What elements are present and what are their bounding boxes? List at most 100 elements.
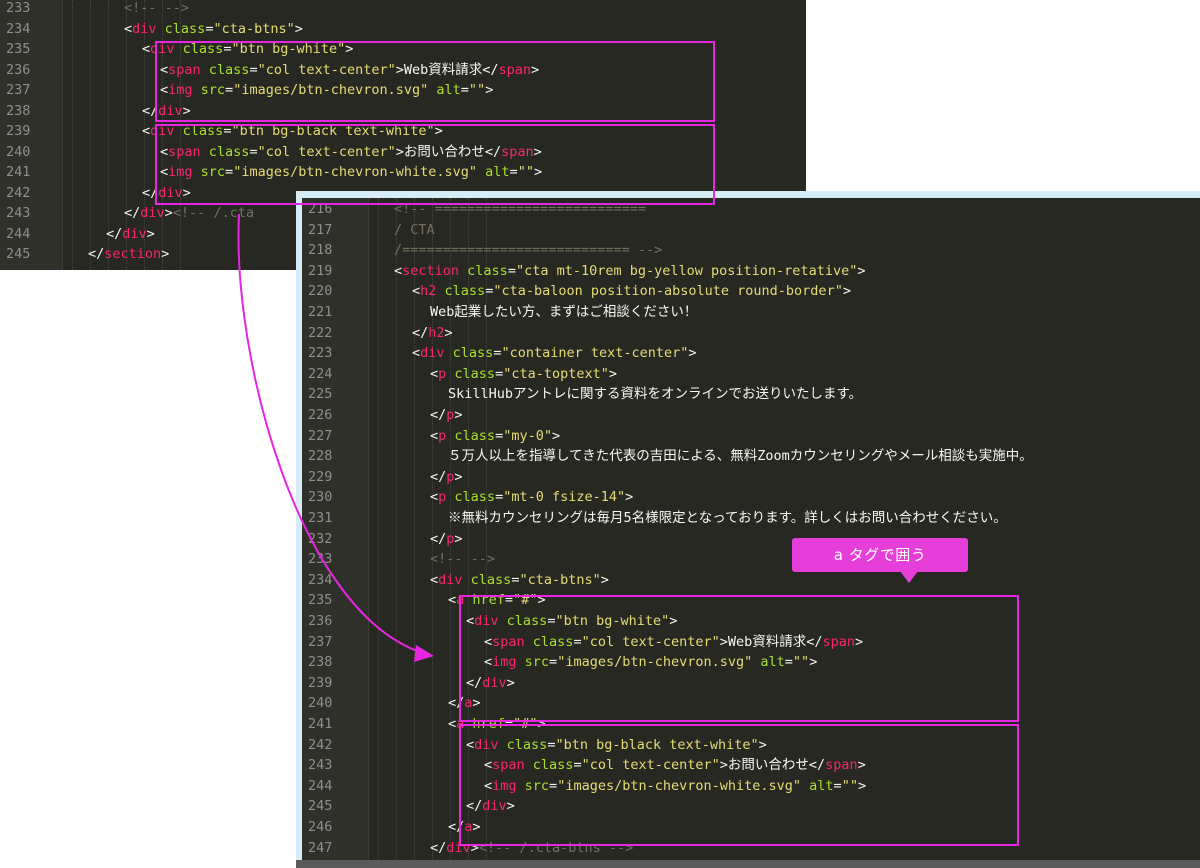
code-line: 217 / CTA	[302, 220, 1200, 240]
highlight-box-before-black-btn	[155, 124, 715, 205]
code-text: </div><!-- /.cta	[124, 203, 254, 223]
code-token: >	[857, 262, 866, 279]
code-token: </	[124, 205, 141, 221]
code-token: <	[394, 262, 403, 279]
code-token: </	[430, 839, 447, 856]
callout-a-tag: a タグで囲う	[792, 538, 968, 572]
code-token: ※無料カウンセリングは毎月5名様限定となっております。詳しくはお問い合わせくださ…	[448, 510, 1007, 526]
line-number: 242	[6, 184, 31, 201]
code-token: >	[164, 205, 173, 221]
code-text: Web起業したい方、まずはご相談ください！	[430, 302, 697, 322]
code-line: 228 ５万人以上を指導してきた代表の吉田による、無料Zoomカウンセリングやメー…	[302, 446, 1200, 466]
code-token: / CTA	[394, 221, 435, 238]
code-text: <h2 class="cta-baloon position-absolute …	[412, 281, 851, 301]
code-text: ※無料カウンセリングは毎月5名様限定となっております。詳しくはお問い合わせくださ…	[448, 508, 1007, 528]
code-token: >	[454, 530, 463, 547]
code-text: </div>	[106, 224, 155, 244]
line-number: 244	[308, 777, 333, 794]
code-token: >	[161, 246, 170, 262]
code-token: "cta-baloon position-absolute round-bord…	[493, 283, 843, 300]
line-number: 246	[308, 819, 333, 835]
callout-tail	[900, 571, 918, 583]
code-token: <!-- -->	[124, 0, 190, 16]
line-number: 233	[308, 551, 333, 568]
line-number: 236	[6, 61, 31, 78]
code-token: div	[438, 571, 463, 588]
code-token: <	[142, 123, 151, 139]
code-token: class	[444, 345, 494, 362]
line-number: 227	[308, 427, 333, 444]
code-token: div	[132, 20, 157, 37]
code-token: div	[122, 225, 147, 242]
line-number: 241	[308, 716, 333, 732]
line-number: 240	[6, 143, 31, 160]
line-number: 240	[308, 695, 333, 712]
line-number: 230	[308, 489, 333, 506]
line-number: 242	[308, 736, 333, 753]
code-token: class	[459, 262, 508, 279]
code-line: 224 <p class="cta-toptext">	[302, 364, 1200, 384]
line-number: 232	[308, 530, 333, 547]
line-number: 245	[308, 798, 333, 815]
code-token: <	[430, 489, 439, 506]
code-token: >	[294, 20, 303, 37]
code-token: /============================ -->	[394, 242, 663, 259]
code-text: </p>	[430, 405, 463, 425]
code-token: <	[430, 427, 439, 444]
code-text: <div class="cta-btns">	[124, 19, 303, 39]
code-token: section	[402, 262, 460, 279]
line-number: 238	[6, 102, 31, 119]
code-token: ５万人以上を指導してきた代表の吉田による、無料Zoomカウンセリングやメール相談…	[448, 448, 1033, 465]
line-number: 221	[308, 304, 333, 320]
code-text: <div class="container text-center">	[412, 343, 697, 363]
code-line: 227 <p class="my-0">	[302, 426, 1200, 446]
code-token: >	[625, 489, 634, 506]
line-number: 235	[6, 41, 31, 57]
highlight-box-before-white-btn	[155, 41, 715, 122]
code-token: <!-- /.cta	[172, 205, 255, 221]
code-token: >	[454, 468, 463, 485]
code-text: / CTA	[394, 220, 435, 240]
code-token: <!-- -->	[430, 551, 496, 568]
highlight-box-after-a-tag-2	[459, 724, 1019, 846]
line-number: 223	[308, 345, 333, 362]
code-token: =	[495, 427, 504, 444]
line-number: 218	[308, 242, 333, 259]
line-number: 237	[308, 633, 333, 650]
code-text: ５万人以上を指導してきた代表の吉田による、無料Zoomカウンセリングやメール相談…	[448, 446, 1033, 466]
code-token: =	[507, 262, 516, 279]
code-token: "cta mt-10rem bg-yellow position-retativ…	[515, 262, 858, 279]
code-line: 234 <div class="cta-btns">	[302, 570, 1200, 590]
code-line: 230 <p class="mt-0 fsize-14">	[302, 487, 1200, 507]
code-token: class	[446, 365, 496, 382]
code-token: <	[448, 716, 457, 732]
code-line: 231 ※無料カウンセリングは毎月5名様限定となっております。詳しくはお問い合わせ…	[302, 508, 1200, 528]
line-number: 243	[308, 757, 333, 774]
code-token: <	[448, 592, 457, 609]
code-text: <div class="cta-btns">	[430, 570, 609, 590]
line-number: 228	[308, 448, 333, 465]
code-token: div	[140, 205, 165, 221]
code-token: <	[124, 20, 133, 37]
line-number: 239	[6, 123, 31, 139]
code-token: "my-0"	[503, 427, 552, 444]
line-number: 245	[6, 246, 31, 262]
code-line: 233 <!-- -->	[302, 549, 1200, 569]
code-token: "cta-btns"	[519, 571, 601, 588]
code-token: >	[688, 345, 697, 362]
code-token: class	[446, 427, 496, 444]
code-line: 226 </p>	[302, 405, 1200, 425]
code-token: <	[412, 283, 421, 300]
line-number: 244	[6, 225, 31, 242]
code-token: >	[454, 407, 463, 423]
line-number: 219	[308, 262, 333, 279]
line-number: 235	[308, 592, 333, 609]
code-token: =	[495, 365, 504, 382]
code-token: <	[412, 345, 421, 362]
code-token: </	[88, 246, 105, 262]
line-number: 234	[6, 20, 31, 37]
code-text: <p class="my-0">	[430, 426, 560, 446]
line-number: 237	[6, 82, 31, 98]
code-token: class	[446, 489, 496, 506]
code-token: class	[436, 283, 486, 300]
